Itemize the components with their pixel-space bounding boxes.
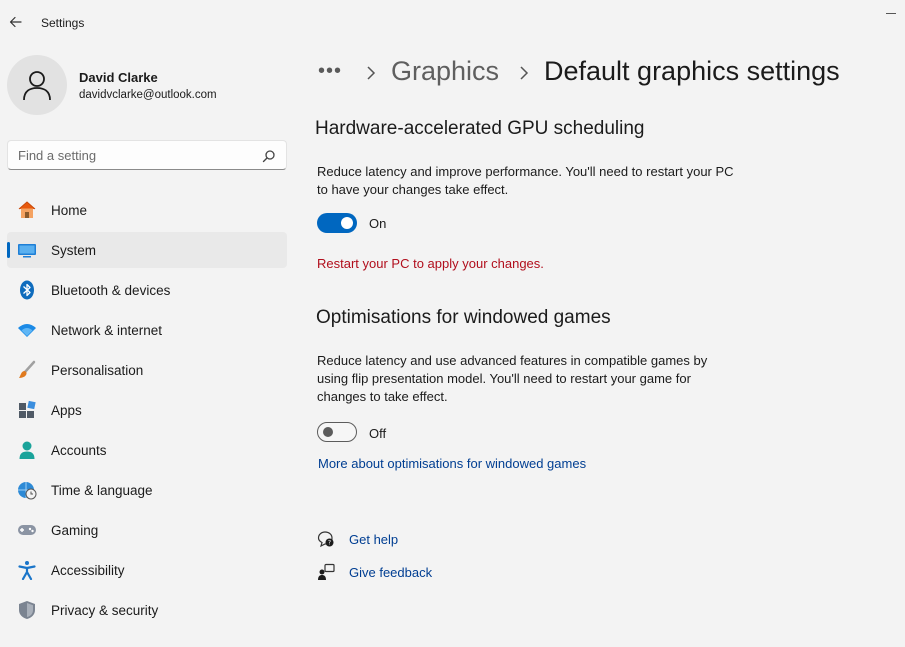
system-icon — [18, 244, 36, 258]
search-box[interactable] — [7, 140, 287, 170]
windowed-games-description-line2: using flip presentation model. You'll ne… — [317, 371, 691, 386]
chevron-right-icon — [520, 66, 529, 80]
sidebar-nav: Home System Bluetooth & devices Network … — [7, 192, 287, 632]
search-icon[interactable] — [262, 149, 276, 163]
breadcrumb-more-button[interactable]: ••• — [318, 60, 342, 83]
gpu-scheduling-state: On — [369, 216, 387, 231]
accessibility-icon — [18, 561, 36, 580]
windowed-games-state: Off — [369, 426, 387, 441]
sidebar-item-label: Network & internet — [51, 323, 163, 338]
user-profile[interactable]: David Clarke davidvclarke@outlook.com — [7, 55, 287, 115]
sidebar-item-label: Personalisation — [51, 363, 144, 378]
bluetooth-icon — [20, 280, 34, 300]
sidebar-item-privacy-security[interactable]: Privacy & security — [7, 592, 287, 628]
apps-icon — [19, 400, 36, 418]
sidebar-item-time-language[interactable]: Time & language — [7, 472, 287, 508]
back-arrow-icon — [9, 16, 22, 28]
windowed-games-description-line3: changes to take effect. — [317, 389, 448, 404]
svg-text:?: ? — [328, 540, 331, 547]
gpu-scheduling-description-line2: to have your changes take effect. — [317, 182, 509, 197]
person-icon — [23, 71, 51, 101]
toggle-knob — [323, 427, 333, 437]
home-icon — [18, 201, 36, 218]
sidebar-item-label: Home — [51, 203, 88, 218]
sidebar-item-label: Privacy & security — [51, 603, 159, 618]
sidebar-item-home[interactable]: Home — [7, 192, 287, 228]
user-email: davidvclarke@outlook.com — [79, 89, 217, 101]
search-input[interactable] — [18, 147, 248, 164]
sidebar-item-gaming[interactable]: Gaming — [7, 512, 287, 548]
sidebar-item-label: Bluetooth & devices — [51, 283, 171, 298]
accounts-icon — [19, 441, 35, 459]
give-feedback-link[interactable]: Give feedback — [317, 563, 447, 583]
minimize-button[interactable] — [886, 8, 896, 14]
gamepad-icon — [18, 525, 36, 535]
restart-warning: Restart your PC to apply your changes. — [317, 256, 544, 271]
sidebar-item-system[interactable]: System — [7, 232, 287, 268]
toggle-knob — [341, 217, 353, 229]
shield-icon — [19, 601, 35, 619]
sidebar-item-label: Gaming — [51, 523, 99, 538]
globe-clock-icon — [18, 482, 37, 500]
back-button[interactable] — [6, 12, 26, 32]
get-help-link[interactable]: ? Get help — [317, 530, 437, 550]
brush-icon — [19, 360, 36, 378]
app-title: Settings — [41, 16, 85, 30]
sidebar-item-label: Accounts — [51, 443, 107, 458]
sidebar-item-accessibility[interactable]: Accessibility — [7, 552, 287, 588]
sidebar-item-apps[interactable]: Apps — [7, 392, 287, 428]
feedback-icon — [318, 563, 335, 580]
give-feedback-label: Give feedback — [349, 565, 433, 580]
sidebar-item-label: Time & language — [51, 483, 153, 498]
sidebar-item-network[interactable]: Network & internet — [7, 312, 287, 348]
sidebar-item-personalisation[interactable]: Personalisation — [7, 352, 287, 388]
page-title: Default graphics settings — [544, 56, 840, 86]
get-help-icon: ? — [317, 531, 334, 548]
sidebar-item-bluetooth[interactable]: Bluetooth & devices — [7, 272, 287, 308]
chevron-right-icon — [367, 66, 376, 80]
sidebar-item-label: Accessibility — [51, 563, 125, 578]
avatar — [7, 55, 67, 115]
title-bar: Settings — [0, 0, 905, 44]
windowed-games-toggle[interactable] — [317, 422, 357, 442]
sidebar-item-accounts[interactable]: Accounts — [7, 432, 287, 468]
sidebar-item-label: System — [51, 243, 97, 258]
windowed-games-title: Optimisations for windowed games — [316, 307, 611, 328]
breadcrumb: ••• Graphics Default graphics settings — [318, 56, 898, 96]
windowed-games-learn-more-link[interactable]: More about optimisations for windowed ga… — [318, 456, 586, 471]
user-name: David Clarke — [79, 70, 158, 85]
gpu-scheduling-title: Hardware-accelerated GPU scheduling — [315, 118, 645, 139]
gpu-scheduling-description-line1: Reduce latency and improve performance. … — [317, 164, 734, 179]
windowed-games-description-line1: Reduce latency and use advanced features… — [317, 353, 708, 368]
wifi-icon — [18, 324, 36, 337]
gpu-scheduling-toggle[interactable] — [317, 213, 357, 233]
get-help-label: Get help — [349, 532, 399, 547]
breadcrumb-graphics-link[interactable]: Graphics — [391, 56, 499, 87]
sidebar-item-label: Apps — [51, 403, 82, 418]
